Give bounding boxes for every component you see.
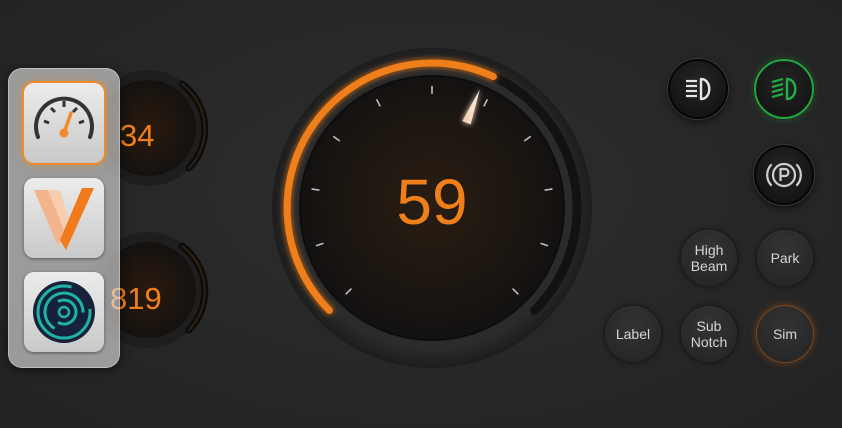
- sub-notch-button[interactable]: Sub Notch: [681, 306, 737, 362]
- sim-button[interactable]: Sim: [757, 306, 813, 362]
- speed-value: 59: [396, 166, 468, 238]
- sim-button-label: Sim: [772, 326, 798, 342]
- parking-brake-icon: [766, 162, 802, 188]
- app-switcher-panel: [8, 68, 120, 368]
- upper-small-gauge-value: 34: [120, 118, 155, 153]
- park-button-label: Park: [770, 250, 800, 266]
- high-beam-icon: [771, 77, 797, 101]
- label-button-label: Label: [615, 326, 651, 342]
- low-beam-icon: [686, 77, 711, 101]
- high-beam-indicator: [754, 59, 814, 119]
- main-speed-gauge: 59: [262, 48, 602, 388]
- low-beam-indicator: [668, 59, 728, 119]
- parking-brake-indicator: [754, 145, 814, 205]
- high-beam-button[interactable]: High Beam: [681, 230, 737, 286]
- speedometer-app-button[interactable]: [24, 83, 104, 163]
- sub-notch-button-label: Sub Notch: [690, 318, 728, 350]
- v-logo-app-icon: [34, 188, 94, 250]
- v-logo-app-button[interactable]: [24, 178, 104, 258]
- concentric-rings-app-icon: [33, 281, 95, 343]
- speedometer-app-icon: [34, 96, 94, 139]
- high-beam-button-label: High Beam: [690, 242, 728, 274]
- park-button[interactable]: Park: [757, 230, 813, 286]
- rings-app-button[interactable]: [24, 272, 104, 352]
- label-button[interactable]: Label: [605, 306, 661, 362]
